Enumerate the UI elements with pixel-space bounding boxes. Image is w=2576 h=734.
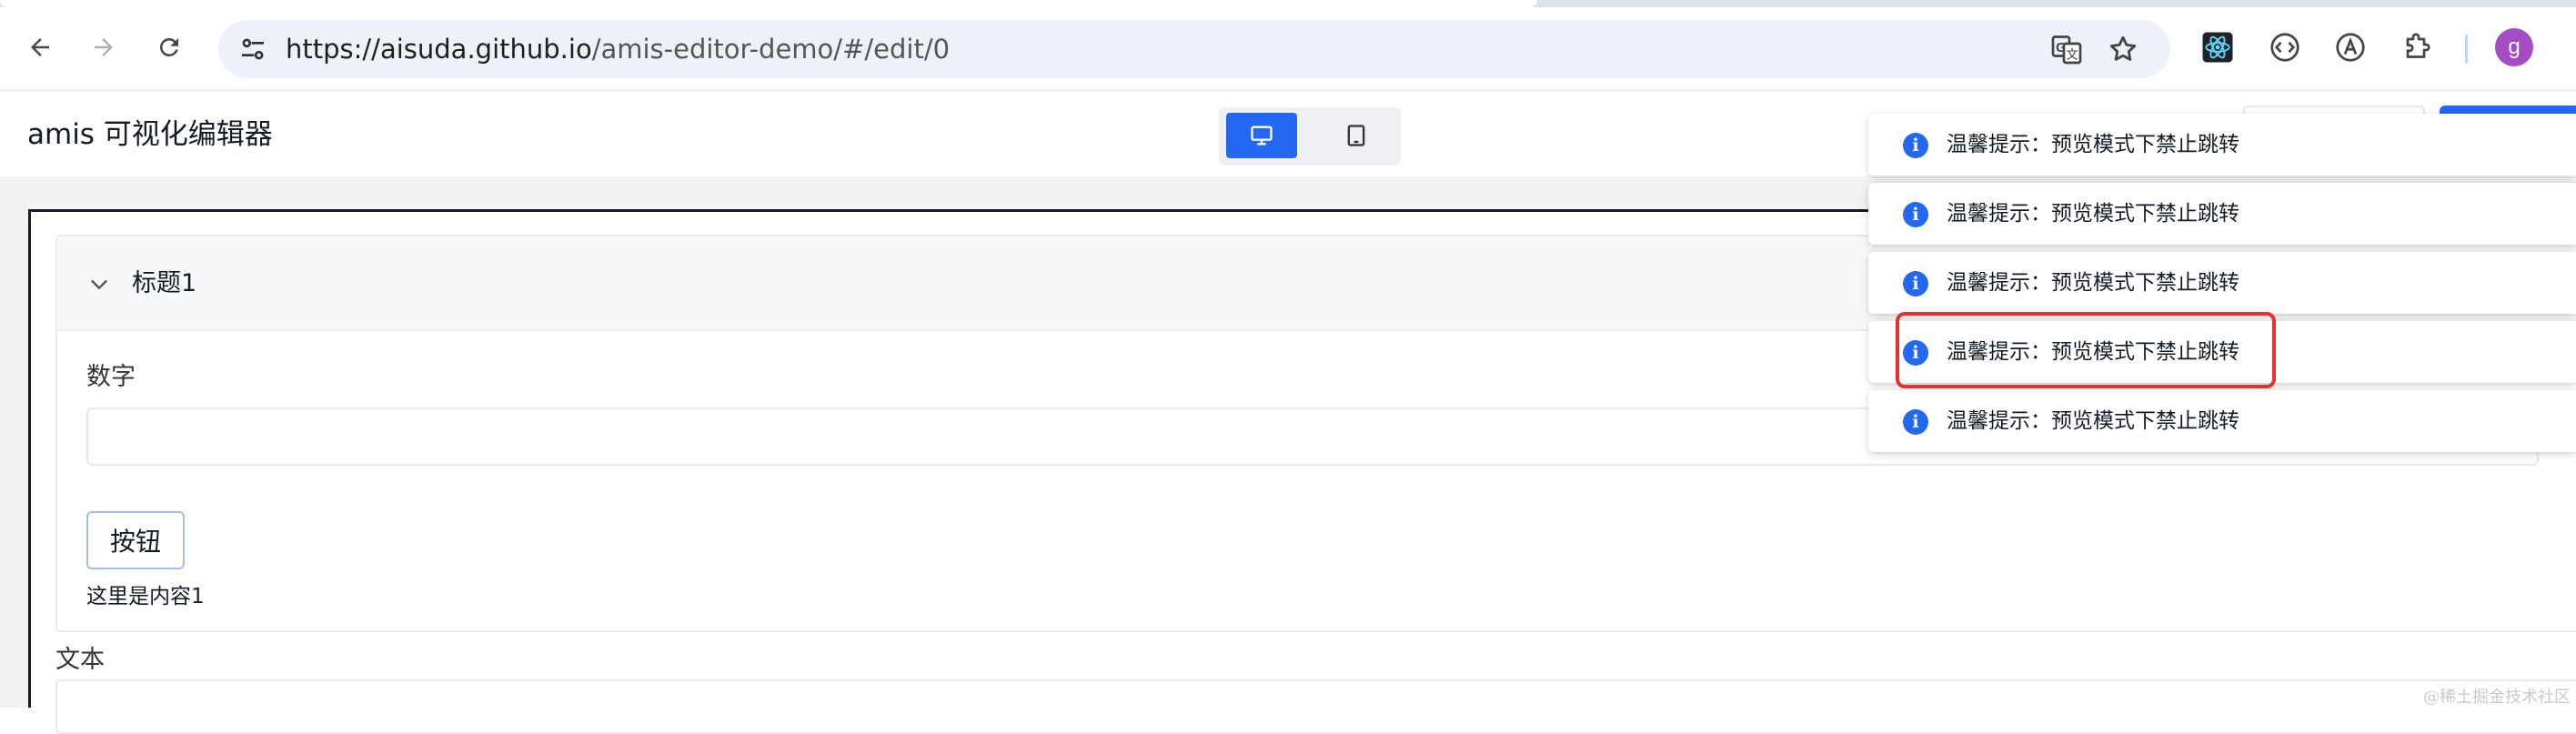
back-icon <box>31 38 49 56</box>
profile-avatar[interactable]: g <box>2495 28 2533 66</box>
toolbar-separator <box>2465 35 2468 64</box>
font-extension-button[interactable] <box>2330 27 2370 67</box>
info-icon: i <box>1903 409 1928 435</box>
toast-notification: i 温馨提示：预览模式下禁止跳转 <box>1868 114 2576 176</box>
extensions-puzzle-icon <box>2406 33 2430 58</box>
toast-message: 温馨提示：预览模式下禁止跳转 <box>1947 133 2239 156</box>
info-icon: i <box>1903 133 1928 158</box>
svg-text:文: 文 <box>2066 48 2078 63</box>
mobile-mode-button[interactable] <box>1321 113 1392 158</box>
toast-message: 温馨提示：预览模式下禁止跳转 <box>1947 202 2239 226</box>
app-title: amis 可视化编辑器 <box>27 118 273 151</box>
toast-notification: i 温馨提示：预览模式下禁止跳转 <box>1868 183 2576 245</box>
url-host: https://aisuda.github.io <box>286 34 592 65</box>
text-input[interactable] <box>55 679 2576 734</box>
highlight-annotation-box <box>1896 312 2276 388</box>
toast-notification: i 温馨提示：预览模式下禁止跳转 <box>1868 252 2576 314</box>
url-text[interactable]: https://aisuda.github.io/amis-editor-dem… <box>286 20 950 78</box>
collapse-title: 标题1 <box>132 269 197 297</box>
font-extension-icon <box>2336 33 2365 62</box>
code-extension-icon <box>2270 33 2299 62</box>
translate-icon[interactable]: G 文 <box>2050 33 2083 65</box>
content-text: 这里是内容1 <box>86 585 205 608</box>
device-switch <box>1219 107 1401 166</box>
toast-notification: i 温馨提示：预览模式下禁止跳转 <box>1868 390 2576 452</box>
tab-strip <box>0 0 2576 7</box>
number-field-label: 数字 <box>86 363 136 391</box>
react-devtools-icon <box>2202 32 2233 63</box>
code-extension-button[interactable] <box>2265 27 2305 67</box>
reload-button[interactable] <box>149 27 189 67</box>
react-devtools-button[interactable] <box>2198 27 2238 67</box>
tab-gap <box>1537 0 1619 7</box>
chevron-down-icon <box>91 279 107 290</box>
star-icon[interactable] <box>2107 33 2139 65</box>
site-info-button[interactable] <box>233 29 273 69</box>
forward-icon <box>95 38 113 56</box>
browser-toolbar: https://aisuda.github.io/amis-editor-dem… <box>0 7 2576 91</box>
watermark: @稀土掘金技术社区 <box>2423 688 2571 707</box>
reload-icon <box>159 37 178 56</box>
active-tab[interactable] <box>0 0 1537 7</box>
info-icon: i <box>1903 271 1928 297</box>
url-path: /amis-editor-demo/#/edit/0 <box>591 34 951 65</box>
toast-message: 温馨提示：预览模式下禁止跳转 <box>1947 409 2239 433</box>
info-icon: i <box>1903 202 1928 227</box>
preview-button[interactable]: 按钮 <box>86 511 185 569</box>
text-field-label: 文本 <box>55 646 105 674</box>
tablet-icon <box>1347 125 1365 146</box>
extensions-button[interactable] <box>2396 27 2436 67</box>
back-button[interactable] <box>20 27 60 67</box>
forward-button[interactable] <box>84 27 124 67</box>
site-info-icon <box>242 38 264 60</box>
toast-message: 温馨提示：预览模式下禁止跳转 <box>1947 271 2239 295</box>
desktop-icon <box>1251 126 1273 146</box>
address-bar[interactable]: https://aisuda.github.io/amis-editor-dem… <box>218 20 2170 78</box>
desktop-mode-button[interactable] <box>1226 113 1297 158</box>
